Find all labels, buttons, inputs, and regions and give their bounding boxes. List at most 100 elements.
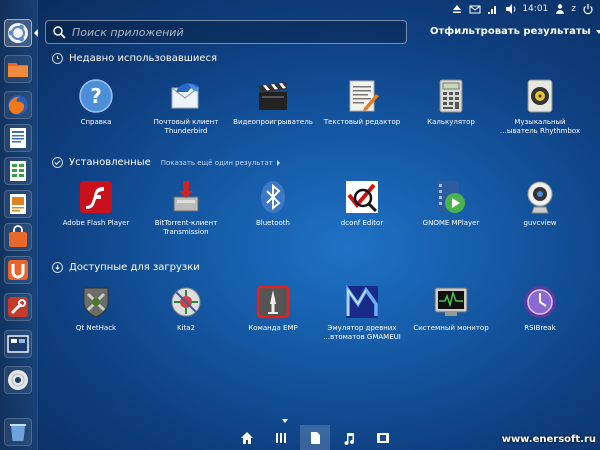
dash-home-button[interactable] — [4, 19, 32, 47]
app-system-monitor[interactable]: Системный монитор — [403, 284, 499, 333]
writer-button[interactable] — [4, 124, 32, 152]
music-lens[interactable] — [334, 425, 364, 450]
app-emp-team[interactable]: Команда EMP — [225, 284, 321, 333]
app-guvcview[interactable]: guvcview — [492, 179, 588, 228]
power-icon[interactable] — [581, 2, 594, 15]
rhythmbox-icon — [522, 78, 558, 114]
transmission-icon — [168, 179, 204, 215]
mplayer-icon — [433, 179, 469, 215]
applications-lens[interactable] — [266, 425, 296, 450]
app-label: RSIBreak — [524, 324, 556, 332]
filter-results-button[interactable]: Отфильтровать результаты — [430, 26, 600, 37]
app-qt-nethack[interactable]: Qt NetHack — [48, 284, 144, 333]
section-title: Недавно использовавшиеся — [69, 53, 218, 64]
mail-icon[interactable] — [468, 2, 481, 15]
app-label: Команда EMP — [248, 324, 298, 332]
app-kita2[interactable]: Kita2 — [138, 284, 234, 333]
search-input[interactable] — [68, 25, 406, 39]
home-icon — [241, 431, 253, 444]
app-label: Почтовый клиент Thunderbird — [153, 118, 219, 135]
app-gmameui[interactable]: Эмулятор древних …втоматов GMAMEUI — [314, 284, 410, 342]
gmameui-icon — [344, 284, 380, 320]
kita-icon — [168, 284, 204, 320]
app-transmission[interactable]: BitTorrent-клиент Transmission — [138, 179, 234, 237]
tools-icon — [8, 297, 28, 317]
calc-button[interactable] — [4, 157, 32, 185]
files-lens[interactable] — [300, 425, 330, 450]
workspace-icon — [7, 335, 29, 353]
calculator-icon — [433, 78, 469, 114]
workspaces-button[interactable] — [4, 330, 32, 358]
app-thunderbird[interactable]: Почтовый клиент Thunderbird — [138, 78, 234, 136]
trash-button[interactable] — [4, 418, 32, 446]
flash-icon — [78, 179, 114, 215]
video-lens[interactable] — [368, 425, 398, 450]
clock-icon — [52, 53, 63, 64]
app-rsibreak[interactable]: RSIBreak — [492, 284, 588, 333]
system-tray: 14:01 z — [450, 2, 594, 15]
ubuntu-one-button[interactable] — [4, 256, 32, 284]
app-label: Справка — [80, 118, 112, 126]
app-label: GNOME MPlayer — [422, 219, 480, 227]
app-video-player[interactable]: Видеопроигрыватель — [225, 78, 321, 127]
app-label: Adobe Flash Player — [62, 219, 130, 227]
software-center-button[interactable] — [4, 223, 32, 251]
section-header-installed[interactable]: Установленные Показать ещё один результа… — [52, 157, 280, 168]
app-text-editor[interactable]: Текстовый редактор — [314, 78, 410, 127]
bag-icon — [9, 225, 27, 247]
folder-icon — [8, 63, 28, 77]
user-name[interactable]: z — [571, 4, 576, 14]
volume-icon[interactable] — [504, 2, 517, 15]
disc-button[interactable] — [4, 366, 32, 394]
dconf-icon — [344, 179, 380, 215]
firefox-button[interactable] — [4, 91, 32, 119]
webcam-icon — [522, 179, 558, 215]
app-label: Музыкальный …ыватель Rhythmbox — [499, 118, 581, 135]
top-panel: 14:01 z — [37, 0, 600, 22]
video-player-icon — [255, 78, 291, 114]
lens-bar — [232, 425, 400, 450]
svg-text:?: ? — [90, 84, 102, 108]
home-lens[interactable] — [232, 425, 262, 450]
section-title: Установленные — [69, 157, 151, 168]
app-help[interactable]: ? Справка — [48, 78, 144, 127]
app-flash-player[interactable]: Adobe Flash Player — [48, 179, 144, 228]
text-editor-icon — [344, 78, 380, 114]
network-icon[interactable] — [486, 2, 499, 15]
app-label: Bluetooth — [256, 219, 290, 227]
rsibreak-icon — [522, 284, 558, 320]
clock[interactable]: 14:01 — [522, 4, 548, 14]
settings-button[interactable] — [4, 293, 32, 321]
app-bluetooth[interactable]: Bluetooth — [225, 179, 321, 228]
show-more-link[interactable]: Показать ещё один результат — [161, 159, 280, 167]
app-label: Kita2 — [176, 324, 196, 332]
search-icon — [50, 23, 68, 41]
user-icon[interactable] — [553, 2, 566, 15]
apps-icon — [276, 432, 286, 443]
check-icon — [52, 157, 63, 168]
ubuntu-logo-icon — [8, 23, 28, 43]
app-dconf-editor[interactable]: dconf Editor — [314, 179, 410, 228]
filter-label: Отфильтровать результаты — [430, 26, 591, 37]
files-button[interactable] — [4, 55, 32, 83]
firefox-icon — [8, 95, 28, 115]
app-rhythmbox[interactable]: Музыкальный …ыватель Rhythmbox — [492, 78, 588, 136]
thunderbird-icon — [168, 78, 204, 114]
app-label: guvcview — [523, 219, 557, 227]
app-gnome-mplayer[interactable]: GNOME MPlayer — [403, 179, 499, 228]
app-calculator[interactable]: Калькулятор — [403, 78, 499, 127]
app-label: Системный монитор — [413, 324, 489, 332]
nethack-icon — [78, 284, 114, 320]
ubuntu-one-icon — [8, 260, 28, 280]
trash-icon — [10, 424, 26, 441]
system-monitor-icon — [433, 284, 469, 320]
active-indicator — [34, 29, 38, 37]
cd-icon — [8, 370, 28, 390]
impress-button[interactable] — [4, 190, 32, 218]
section-header-recent[interactable]: Недавно использовавшиеся — [52, 53, 217, 64]
lens-indicator — [282, 419, 288, 423]
file-icon — [311, 431, 320, 444]
app-label: Калькулятор — [427, 118, 475, 126]
section-header-available[interactable]: Доступные для загрузки — [52, 262, 200, 273]
eject-icon[interactable] — [450, 2, 463, 15]
